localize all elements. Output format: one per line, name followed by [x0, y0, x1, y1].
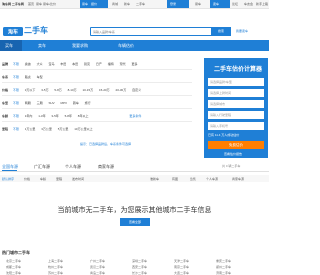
city-link[interactable]: 广州二手车: [90, 259, 105, 263]
sort-bar: 默认排序 价格 车龄 里程 发布时间 准新车 有图 急售 个人车源 商家车源: [0, 175, 269, 182]
city-link[interactable]: 深圳二手车: [132, 259, 147, 263]
option-urgent[interactable]: 急售: [190, 177, 196, 181]
sort-age[interactable]: 车龄: [40, 177, 46, 181]
option-dealer[interactable]: 商家车源: [232, 177, 244, 181]
nav-valuation[interactable]: 车辆估价: [118, 43, 134, 49]
nav-sell[interactable]: 卖车: [38, 43, 46, 49]
city-link[interactable]: 杭州二手车: [48, 265, 63, 269]
calc-brand-select[interactable]: 请选择品牌/车型: [208, 78, 264, 86]
topbar-nav-baojia[interactable]: 报价: [91, 2, 97, 6]
view-all-button[interactable]: 查看全部: [120, 218, 150, 226]
topbar-nav-yiche[interactable]: 易车: [82, 2, 88, 6]
page-title: 二手车: [24, 26, 48, 35]
taoche-logo[interactable]: 淘车: [3, 26, 25, 37]
city-link[interactable]: 天津二手车: [174, 259, 189, 263]
topbar-nav-xinche[interactable]: 新车: [124, 2, 130, 6]
filter-mileage: 里程 不限 1万公里 3万公里 5万公里 10万公里以上: [2, 127, 93, 131]
city-link[interactable]: 武汉二手车: [90, 265, 105, 269]
calc-submit-button[interactable]: 免费估价: [208, 141, 264, 149]
city-link[interactable]: 济南二手车: [216, 271, 231, 275]
empty-message: 当前城市无二手车，为您展示其他城市二手车信息: [57, 207, 212, 214]
city-link[interactable]: 重庆二手车: [216, 259, 231, 263]
city-link[interactable]: 北京二手车: [6, 259, 21, 263]
filter-brand: 品牌 不限 奥迪 大众 宝马 丰田 本田 别克 日产 福特 现代 更多: [2, 62, 138, 66]
tab-dealer[interactable]: 商家车源: [98, 164, 114, 170]
city-link[interactable]: 南京二手车: [174, 265, 189, 269]
option-personal[interactable]: 个人车源: [206, 177, 218, 181]
nav-request[interactable]: 我要求购: [72, 43, 88, 49]
filter-price: 价格 不限 3万以下 3-5万 5-8万 8-10万 10-15万 15-20万…: [2, 88, 142, 92]
sort-time[interactable]: 发布时间: [72, 177, 84, 181]
city-link[interactable]: 西安二手车: [132, 265, 147, 269]
filter-divider: [2, 82, 192, 83]
tab-personal[interactable]: 个人车源: [65, 164, 81, 170]
topbar-home-link[interactable]: 首页: [28, 2, 34, 6]
tab-underline: [2, 170, 17, 171]
site-logo-text[interactable]: 淘车网 二手车网: [2, 2, 24, 6]
topbar-club-link[interactable]: 车友会: [244, 2, 253, 6]
filter-divider: [2, 95, 192, 96]
topbar-nav-shangcheng[interactable]: 商城: [112, 2, 118, 6]
city-link[interactable]: 苏州二手车: [48, 271, 63, 275]
city-link[interactable]: 成都二手车: [6, 265, 21, 269]
nav-buy[interactable]: 买车: [5, 43, 13, 49]
filter-divider: [2, 69, 192, 70]
city-link[interactable]: 青岛二手车: [90, 271, 105, 275]
total-count: 共 0 辆二手车: [222, 164, 241, 168]
calc-phone-input[interactable]: 请输入手机号: [208, 122, 264, 130]
filter-divider: [2, 121, 192, 122]
filter-divider: [2, 108, 192, 109]
top-bar: 淘车网 二手车网 首页 易车 易车•比价 易车 报价 商城 新车 二手车 登录 …: [0, 0, 269, 9]
source-tabs: 全国车源 广汇车源 个人车源 商家车源 共 0 辆二手车: [0, 163, 269, 172]
filter-age: 车龄 不限 1年内 1-3年 3-5年 5-8年 8年以上 更多条件: [2, 114, 142, 118]
search-button[interactable]: 搜索: [211, 27, 231, 36]
city-link[interactable]: 长沙二手车: [132, 271, 147, 275]
option-photo[interactable]: 有图: [172, 177, 178, 181]
calc-date-select[interactable]: 请选择上牌时间: [208, 89, 264, 97]
topbar-right-yiche[interactable]: 易车: [195, 2, 201, 6]
search-input[interactable]: [91, 28, 211, 35]
city-link[interactable]: 上海二手车: [48, 259, 63, 263]
svg-text:淘车: 淘车: [8, 29, 18, 36]
filter-hint: 提示：已选择品牌后，车系条件可选择: [80, 142, 132, 146]
sort-default[interactable]: 默认排序: [2, 177, 14, 181]
valuation-calculator: 二手车估价计算器 请选择品牌/车型 请选择上牌时间 请选择城市 请输入行驶里程 …: [204, 58, 268, 158]
calc-mileage-input[interactable]: 请输入行驶里程: [208, 111, 264, 119]
city-link[interactable]: 郑州二手车: [216, 265, 231, 269]
tab-guanghui[interactable]: 广汇车源: [34, 164, 50, 170]
sell-car-link[interactable]: 我要卖车: [236, 29, 248, 33]
sort-price[interactable]: 价格: [24, 177, 30, 181]
city-link[interactable]: 大连二手车: [174, 271, 189, 275]
topbar-sell-link[interactable]: 卖车: [213, 2, 219, 6]
topbar-forum-link[interactable]: 论坛: [232, 2, 238, 6]
topbar-guide-link[interactable]: 新手上路: [256, 2, 268, 6]
footer-title: 热门城市二手车: [2, 250, 30, 255]
topbar-bijia-link[interactable]: 易车•比价: [43, 2, 56, 6]
calc-report-link[interactable]: 查看估价报告: [224, 152, 242, 156]
topbar-login-link[interactable]: 登录: [170, 2, 176, 6]
main-nav: 买车 卖车 我要求购 车辆估价: [0, 40, 269, 51]
calc-city-select[interactable]: 请选择城市: [208, 100, 264, 108]
topbar-yiche-link[interactable]: 易车: [36, 2, 42, 6]
sort-mileage[interactable]: 里程: [56, 177, 62, 181]
more-conditions-link[interactable]: 更多条件: [129, 114, 141, 118]
search-box: [90, 27, 212, 36]
filter-body: 车型 不限 两厢 三厢 SUV MPV 跑车 旅行: [2, 101, 91, 105]
option-new[interactable]: 准新车: [150, 177, 159, 181]
city-link[interactable]: 沈阳二手车: [6, 271, 21, 275]
calc-note: 已有 11.4 万人成功估价: [208, 133, 240, 137]
topbar-nav-ershouche[interactable]: 二手车: [136, 2, 145, 6]
calculator-title: 二手车估价计算器: [214, 67, 263, 73]
filter-series: 车系 不限 路虎 车型: [2, 75, 43, 79]
